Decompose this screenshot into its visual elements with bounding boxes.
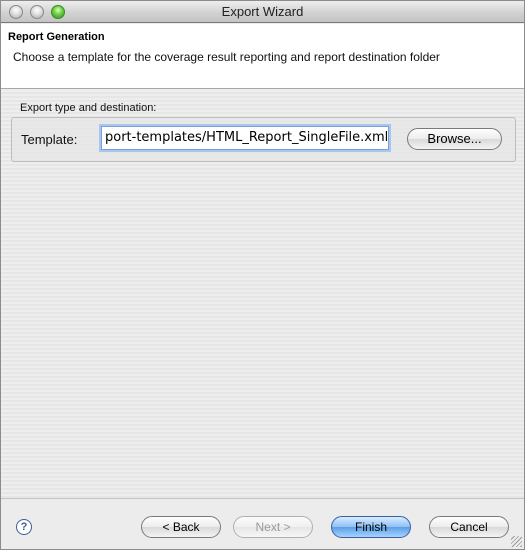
wizard-content: Export type and destination: Template: p… [1, 90, 524, 498]
page-title: Report Generation [8, 31, 105, 43]
template-input[interactable]: port-templates/HTML_Report_SingleFile.xm… [101, 126, 389, 150]
help-icon[interactable]: ? [16, 519, 32, 535]
cancel-button[interactable]: Cancel [429, 516, 509, 538]
wizard-banner: Report Generation Choose a template for … [1, 24, 524, 89]
page-description: Choose a template for the coverage resul… [13, 50, 440, 64]
group-label: Export type and destination: [20, 102, 157, 114]
browse-button[interactable]: Browse... [407, 128, 502, 150]
button-bar: ? < Back Next > Finish Cancel [1, 498, 524, 549]
export-wizard-window: Export Wizard Report Generation Choose a… [0, 0, 525, 550]
window-title: Export Wizard [221, 4, 304, 19]
finish-button[interactable]: Finish [331, 516, 411, 538]
export-destination-group: Template: port-templates/HTML_Report_Sin… [11, 117, 516, 162]
title-bar[interactable]: Export Wizard [1, 1, 524, 23]
back-button[interactable]: < Back [141, 516, 221, 538]
resize-grip-icon[interactable] [511, 536, 522, 547]
next-button: Next > [233, 516, 313, 538]
template-label: Template: [21, 132, 78, 147]
